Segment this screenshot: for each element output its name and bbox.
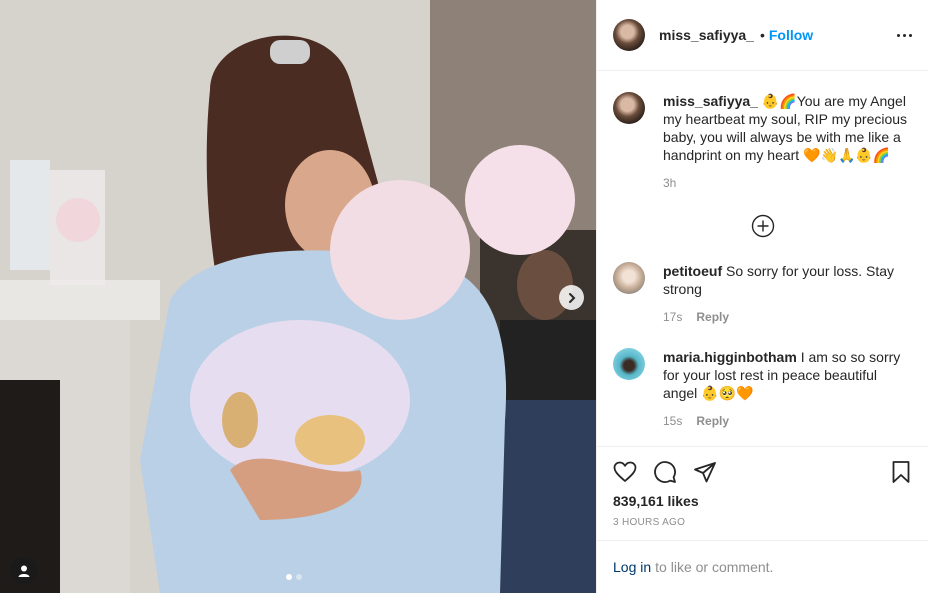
login-link[interactable]: Log in [613, 559, 651, 575]
next-image-button[interactable] [559, 285, 584, 310]
carousel-indicator [286, 574, 302, 580]
comment-button[interactable] [653, 460, 677, 484]
load-more-comments[interactable] [613, 214, 913, 238]
action-bar [613, 459, 913, 485]
post-side-panel: miss_safiyya_ • Follow miss_safiyya_ 👶🌈Y… [596, 0, 928, 593]
follow-button[interactable]: Follow [769, 27, 813, 43]
paper-plane-icon [694, 462, 716, 483]
comment-item: petitoeuf So sorry for your loss. Stay s… [613, 262, 913, 326]
tagged-users-button[interactable] [10, 557, 37, 584]
post-timestamp: 3 HOURS AGO [613, 517, 686, 528]
login-prompt: Log in to like or comment. [597, 540, 928, 593]
more-options-icon[interactable] [897, 33, 912, 37]
likes-count[interactable]: 839,161 likes [613, 493, 913, 509]
comments-list[interactable]: miss_safiyya_ 👶🌈You are my Angel my hear… [597, 72, 928, 446]
bookmark-icon [892, 461, 910, 483]
comment-username[interactable]: petitoeuf [663, 263, 722, 279]
author-username[interactable]: miss_safiyya_ [659, 27, 754, 43]
comment-avatar[interactable] [613, 348, 645, 380]
comment-item: maria.higginbotham I am so so sorry for … [613, 348, 913, 430]
carousel-dot [296, 574, 302, 580]
user-tag-icon [18, 565, 29, 577]
caption-avatar[interactable] [613, 92, 645, 124]
caption-time[interactable]: 3h [663, 174, 676, 192]
post-modal: miss_safiyya_ • Follow miss_safiyya_ 👶🌈Y… [0, 0, 928, 593]
chevron-right-icon [568, 292, 575, 303]
heart-icon [613, 461, 637, 482]
author-avatar[interactable] [613, 19, 645, 51]
comment-bubble-icon [654, 461, 676, 483]
caption-username[interactable]: miss_safiyya_ [663, 93, 758, 109]
like-button[interactable] [613, 460, 637, 484]
login-prompt-text: to like or comment. [655, 559, 774, 575]
post-media[interactable] [0, 0, 596, 593]
comment-avatar[interactable] [613, 262, 645, 294]
post-photo [0, 0, 596, 593]
reply-button[interactable]: Reply [696, 308, 729, 326]
carousel-dot-active [286, 574, 292, 580]
caption: miss_safiyya_ 👶🌈You are my Angel my hear… [613, 92, 913, 192]
comment-time[interactable]: 15s [663, 412, 682, 430]
post-actions: 839,161 likes 3 HOURS AGO [597, 446, 928, 528]
post-header: miss_safiyya_ • Follow [597, 0, 928, 71]
save-button[interactable] [889, 460, 913, 484]
reply-button[interactable]: Reply [696, 412, 729, 430]
share-button[interactable] [693, 460, 717, 484]
comment-username[interactable]: maria.higginbotham [663, 349, 797, 365]
circle-plus-icon[interactable] [751, 214, 775, 238]
separator-bullet: • [759, 27, 765, 43]
comment-time[interactable]: 17s [663, 308, 682, 326]
